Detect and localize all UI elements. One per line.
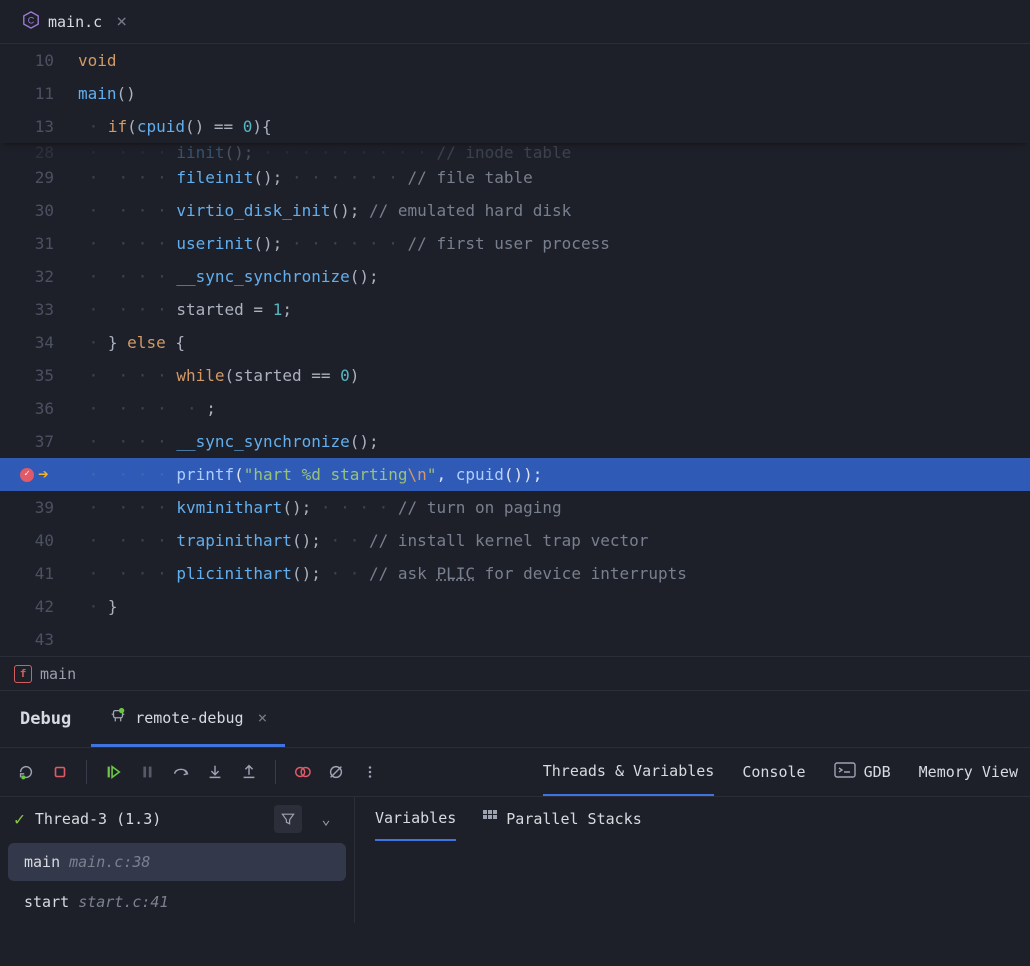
editor-line: 43 xyxy=(0,623,1030,656)
check-icon: ✓ xyxy=(14,809,25,830)
line-number: 41 xyxy=(0,557,78,590)
tab-gdb[interactable]: GDB xyxy=(834,748,891,796)
stacks-icon xyxy=(482,809,498,829)
resume-button[interactable] xyxy=(99,758,127,786)
line-number: 33 xyxy=(0,293,78,326)
thread-label: Thread-3 (1.3) xyxy=(35,810,264,828)
close-icon[interactable]: × xyxy=(252,708,268,727)
editor-line: 31 · · · · userinit(); · · · · · · // fi… xyxy=(0,227,1030,260)
code-editor[interactable]: 10 void 11 main() 13 · if(cpuid() == 0){… xyxy=(0,44,1030,656)
svg-text:C: C xyxy=(28,15,35,25)
close-icon[interactable]: × xyxy=(110,11,127,32)
editor-line: 41 · · · · plicinithart(); · · // ask PL… xyxy=(0,557,1030,590)
editor-tab-bar: C main.c × xyxy=(0,0,1030,44)
tab-threads-variables[interactable]: Threads & Variables xyxy=(543,748,715,796)
editor-line: 37 · · · · __sync_synchronize(); xyxy=(0,425,1030,458)
editor-tab-main-c[interactable]: C main.c × xyxy=(10,0,139,43)
c-file-icon: C xyxy=(22,11,40,33)
editor-line: 34 · } else { xyxy=(0,326,1030,359)
line-number: 39 xyxy=(0,491,78,524)
breakpoint-icon[interactable] xyxy=(20,468,34,482)
subtab-variables[interactable]: Variables xyxy=(375,797,456,841)
line-number: 43 xyxy=(0,623,78,656)
line-number: 40 xyxy=(0,524,78,557)
rerun-button[interactable] xyxy=(12,758,40,786)
toolbar-separator xyxy=(86,760,87,784)
step-into-button[interactable] xyxy=(201,758,229,786)
editor-line: 11 main() xyxy=(0,77,1030,110)
line-number: 30 xyxy=(0,194,78,227)
execution-pointer-icon: ➔ xyxy=(38,458,49,491)
more-actions-button[interactable] xyxy=(356,758,384,786)
editor-line: 13 · if(cpuid() == 0){ xyxy=(0,110,1030,143)
stop-button[interactable] xyxy=(46,758,74,786)
editor-line: 39 · · · · kvminithart(); · · · · // tur… xyxy=(0,491,1030,524)
editor-line: 29 · · · · fileinit(); · · · · · · // fi… xyxy=(0,161,1030,194)
stack-frame[interactable]: start start.c:41 xyxy=(8,883,346,921)
debug-config-name: remote-debug xyxy=(135,709,243,727)
frames-list: ✓ Thread-3 (1.3) ⌄ main main.c:38 start … xyxy=(0,797,355,923)
line-number: 42 xyxy=(0,590,78,623)
filter-button[interactable] xyxy=(274,805,302,833)
line-number: 11 xyxy=(0,77,78,110)
line-number: 31 xyxy=(0,227,78,260)
frames-pane: ✓ Thread-3 (1.3) ⌄ main main.c:38 start … xyxy=(0,797,1030,923)
view-breakpoints-button[interactable] xyxy=(288,758,316,786)
thread-selector[interactable]: ✓ Thread-3 (1.3) ⌄ xyxy=(0,797,354,841)
line-number: 10 xyxy=(0,44,78,77)
tab-gdb-label: GDB xyxy=(864,763,891,781)
debug-tabs: Debug remote-debug × xyxy=(0,691,1030,747)
line-number: 13 xyxy=(0,110,78,143)
variables-pane: Variables Parallel Stacks xyxy=(355,797,662,923)
editor-line: 42 · } xyxy=(0,590,1030,623)
editor-line: 33 · · · · started = 1; xyxy=(0,293,1030,326)
pause-button[interactable] xyxy=(133,758,161,786)
tab-console[interactable]: Console xyxy=(742,748,805,796)
debug-toolbar: Threads & Variables Console GDB Memory V… xyxy=(0,747,1030,797)
debug-panel: Debug remote-debug × Threads & Variables… xyxy=(0,690,1030,923)
line-number: 32 xyxy=(0,260,78,293)
function-icon: f xyxy=(14,665,32,683)
line-number: 28 xyxy=(0,143,78,161)
editor-line: 36 · · · · · ; xyxy=(0,392,1030,425)
line-number: 29 xyxy=(0,161,78,194)
chevron-down-icon[interactable]: ⌄ xyxy=(312,805,340,833)
editor-line: 28 · · · · iinit(); · · · · · · · · · //… xyxy=(0,143,1030,161)
breadcrumb-function[interactable]: main xyxy=(40,665,76,683)
step-out-button[interactable] xyxy=(235,758,263,786)
editor-line: 40 · · · · trapinithart(); · · // instal… xyxy=(0,524,1030,557)
step-over-button[interactable] xyxy=(167,758,195,786)
stack-frame[interactable]: main main.c:38 xyxy=(8,843,346,881)
debug-title: Debug xyxy=(0,709,91,729)
subtab-parallel-stacks[interactable]: Parallel Stacks xyxy=(482,797,641,841)
debug-config-tab[interactable]: remote-debug × xyxy=(91,691,285,747)
toolbar-separator xyxy=(275,760,276,784)
editor-line: 32 · · · · __sync_synchronize(); xyxy=(0,260,1030,293)
line-number: 35 xyxy=(0,359,78,392)
tab-memory-view[interactable]: Memory View xyxy=(919,748,1018,796)
bug-icon xyxy=(109,707,127,729)
editor-line: 10 void xyxy=(0,44,1030,77)
line-number: 34 xyxy=(0,326,78,359)
line-number: 37 xyxy=(0,425,78,458)
line-number: 36 xyxy=(0,392,78,425)
terminal-icon xyxy=(834,762,856,782)
editor-line: 35 · · · · while(started == 0) xyxy=(0,359,1030,392)
mute-breakpoints-button[interactable] xyxy=(322,758,350,786)
editor-line-current: ➔ · · · · printf("hart %d starting\n", c… xyxy=(0,458,1030,491)
editor-line: 30 · · · · virtio_disk_init(); // emulat… xyxy=(0,194,1030,227)
subtab-stacks-label: Parallel Stacks xyxy=(506,810,641,828)
breadcrumb: f main xyxy=(0,656,1030,690)
tab-filename: main.c xyxy=(48,13,102,31)
